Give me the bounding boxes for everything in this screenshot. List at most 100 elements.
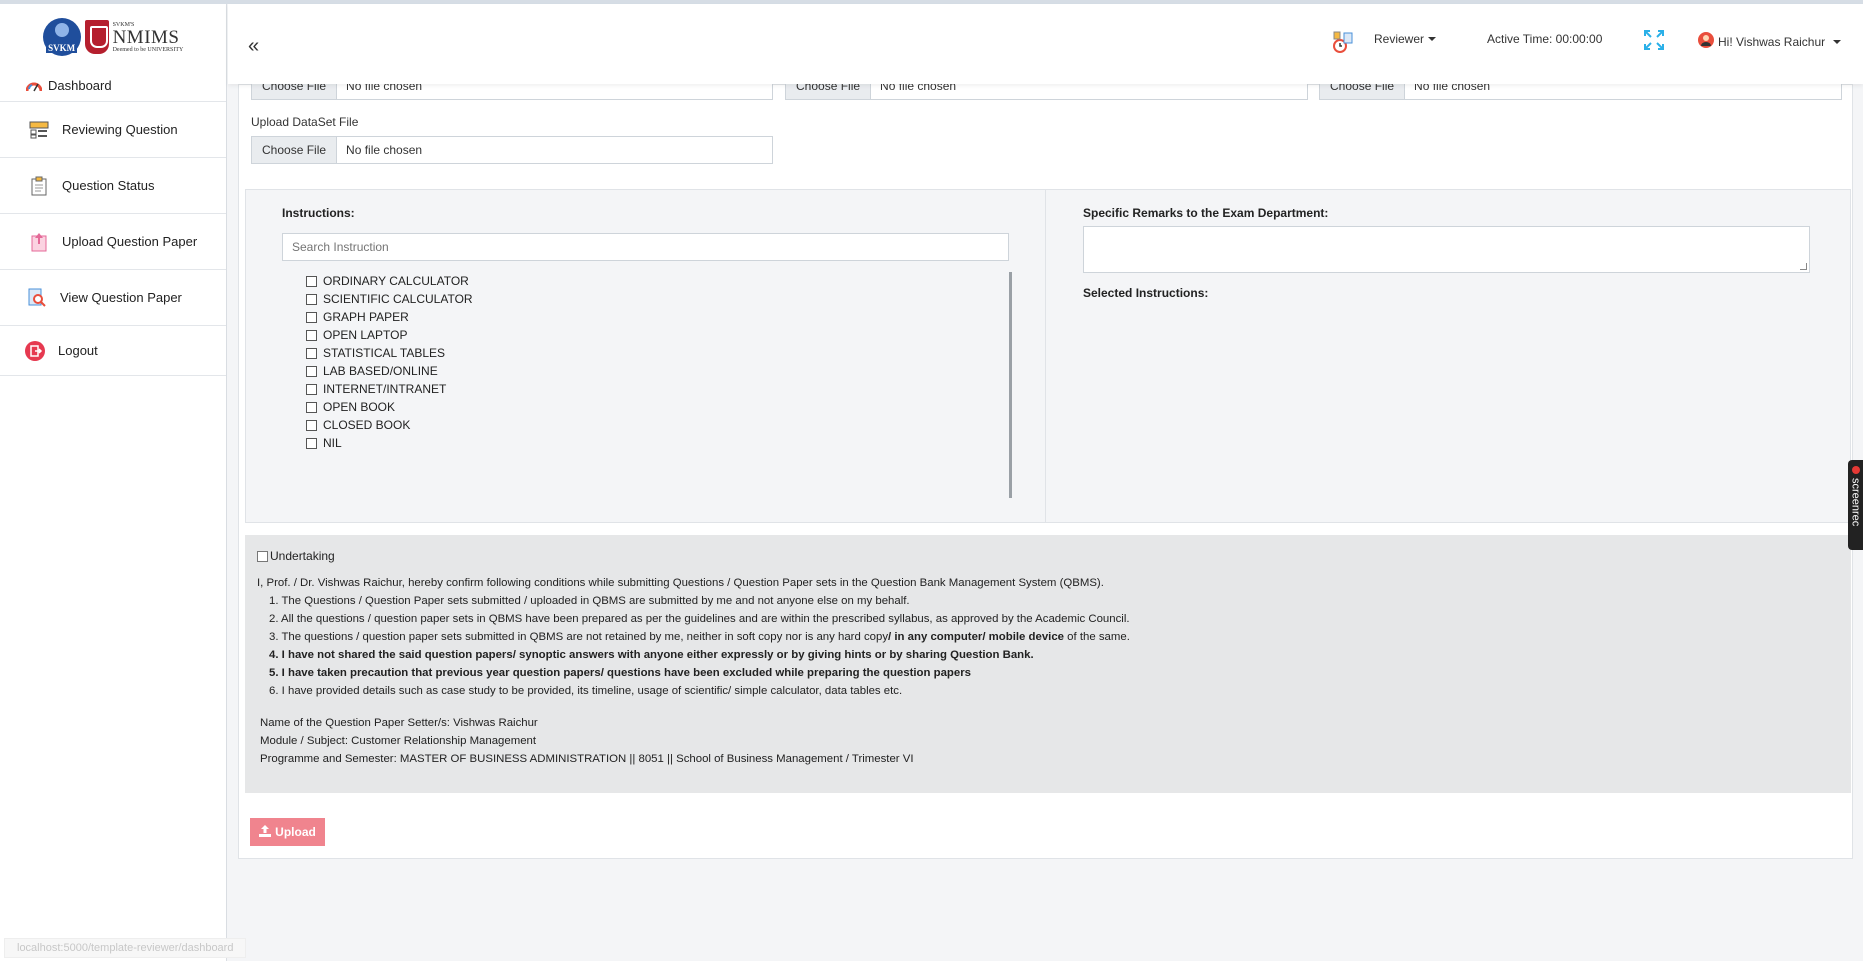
instruction-item[interactable]: STATISTICAL TABLES	[282, 344, 1009, 362]
undertaking-checkbox-row[interactable]: Undertaking	[257, 549, 335, 563]
undertaking-point-4: 4. I have not shared the said question p…	[269, 649, 1034, 661]
upload-icon	[259, 824, 272, 840]
undertaking-point-2: 2. All the questions / question paper se…	[269, 613, 1130, 625]
sidebar-item-label: Reviewing Question	[62, 122, 178, 137]
instruction-checkbox[interactable]	[306, 311, 317, 323]
sidebar-item-label: Upload Question Paper	[62, 234, 198, 249]
instruction-item[interactable]: GRAPH PAPER	[282, 308, 1009, 326]
user-menu[interactable]: Hi! Vishwas Raichur	[1698, 32, 1842, 51]
sidebar: SVKM SVKM'S NMIMS Deemed to be UNIVERSIT…	[0, 4, 227, 961]
instruction-item[interactable]: NIL	[282, 434, 1009, 452]
instruction-label: SCIENTIFIC CALCULATOR	[323, 292, 473, 306]
instruction-item[interactable]: INTERNET/INTRANET	[282, 380, 1009, 398]
paper-details: Name of the Question Paper Setter/s: Vis…	[260, 714, 914, 768]
sidebar-item-question-status[interactable]: Question Status	[0, 158, 226, 214]
sidebar-item-label: Question Status	[62, 178, 155, 193]
setter-name: Name of the Question Paper Setter/s: Vis…	[260, 717, 538, 729]
undertaking-label: Undertaking	[270, 549, 335, 563]
upload-button[interactable]: Upload	[250, 818, 325, 846]
sidebar-item-reviewing-question[interactable]: Reviewing Question	[0, 102, 226, 158]
instruction-checkbox[interactable]	[306, 329, 317, 341]
status-bar-url: localhost:5000/template-reviewer/dashboa…	[4, 938, 247, 958]
role-dropdown-label: Reviewer	[1374, 32, 1425, 46]
logo-area: SVKM SVKM'S NMIMS Deemed to be UNIVERSIT…	[0, 4, 226, 70]
instruction-list[interactable]: ORDINARY CALCULATOR SCIENTIFIC CALCULATO…	[282, 272, 1012, 498]
svkm-logo: SVKM	[42, 18, 81, 56]
fullscreen-icon[interactable]	[1644, 30, 1664, 50]
instruction-label: NIL	[323, 436, 342, 450]
record-dot-icon	[1851, 466, 1860, 474]
undertaking-point-1: 1. The Questions / Question Paper sets s…	[269, 595, 910, 607]
remarks-title: Specific Remarks to the Exam Department:	[1083, 206, 1329, 220]
screenrec-label: screenrec	[1849, 478, 1862, 527]
top-header: « Reviewer Active Time: 00:00:00 Hi! Vis…	[228, 4, 1863, 84]
instruction-label: ORDINARY CALCULATOR	[323, 274, 469, 288]
svkm-logo-text: SVKM	[46, 43, 78, 53]
sidebar-item-upload-question-paper[interactable]: Upload Question Paper	[0, 214, 226, 270]
search-instruction-input[interactable]	[282, 233, 1009, 261]
chevron-down-icon	[1833, 39, 1842, 44]
undertaking-checkbox[interactable]	[257, 550, 268, 562]
remarks-textarea[interactable]	[1083, 226, 1810, 273]
instruction-label: GRAPH PAPER	[323, 310, 409, 324]
sidebar-item-view-question-paper[interactable]: View Question Paper	[0, 270, 226, 326]
user-name: Hi! Vishwas Raichur	[1718, 34, 1826, 49]
undertaking-point-3-end: of the same.	[1064, 631, 1130, 643]
dashboard-gauge-icon	[26, 78, 42, 94]
instruction-checkbox[interactable]	[306, 347, 317, 359]
nmims-logo: SVKM'S NMIMS Deemed to be UNIVERSITY	[84, 20, 183, 54]
instruction-checkbox[interactable]	[306, 275, 317, 287]
instruction-item[interactable]: CLOSED BOOK	[282, 416, 1009, 434]
undertaking-point-3-bold: / in any computer/ mobile device	[888, 631, 1065, 643]
dataset-file-label: Upload DataSet File	[251, 115, 359, 129]
instruction-item[interactable]: SCIENTIFIC CALCULATOR	[282, 290, 1009, 308]
active-time: Active Time: 00:00:00	[1487, 32, 1603, 46]
logout-icon	[24, 340, 46, 362]
sidebar-item-dashboard[interactable]: Dashboard	[0, 70, 226, 102]
undertaking-section: Undertaking I, Prof. / Dr. Vishwas Raich…	[245, 535, 1851, 793]
upload-button-label: Upload	[275, 825, 316, 839]
instruction-label: CLOSED BOOK	[323, 418, 411, 432]
instructions-panel: Instructions: ORDINARY CALCULATOR SCIENT…	[245, 189, 1047, 523]
sidebar-item-label: Logout	[58, 343, 98, 358]
instruction-checkbox[interactable]	[306, 401, 317, 413]
undertaking-point-5: 5. I have taken precaution that previous…	[269, 667, 971, 679]
instruction-checkbox[interactable]	[306, 365, 317, 377]
undertaking-point-3: 3. The questions / question paper sets s…	[269, 628, 1130, 646]
file-status: No file chosen	[346, 143, 423, 157]
sidebar-item-logout[interactable]: Logout	[0, 326, 226, 376]
instruction-item[interactable]: OPEN BOOK	[282, 398, 1009, 416]
instruction-checkbox[interactable]	[306, 419, 317, 431]
screenrec-widget[interactable]: screenrec	[1848, 460, 1863, 550]
undertaking-text: I, Prof. / Dr. Vishwas Raichur, hereby c…	[257, 574, 1130, 700]
instruction-checkbox[interactable]	[306, 437, 317, 449]
nmims-shield-icon	[84, 20, 109, 54]
clipboard-icon	[28, 175, 50, 197]
instruction-item[interactable]: LAB BASED/ONLINE	[282, 362, 1009, 380]
instruction-label: OPEN LAPTOP	[323, 328, 408, 342]
sidebar-item-label: Dashboard	[48, 78, 112, 93]
instruction-item[interactable]: OPEN LAPTOP	[282, 326, 1009, 344]
sidebar-item-label: View Question Paper	[60, 290, 182, 305]
instruction-label: OPEN BOOK	[323, 400, 396, 414]
choose-file-button[interactable]: Choose File	[252, 137, 338, 163]
undertaking-point-3-text: 3. The questions / question paper sets s…	[269, 631, 889, 643]
reviewer-role-icon	[1330, 30, 1354, 54]
remarks-panel: Specific Remarks to the Exam Department:…	[1045, 189, 1851, 523]
selected-instructions-title: Selected Instructions:	[1083, 286, 1209, 300]
magnifier-paper-icon	[26, 287, 48, 309]
role-dropdown[interactable]: Reviewer	[1374, 32, 1437, 46]
dataset-file-input[interactable]: Choose File No file chosen	[251, 136, 773, 164]
nmims-logo-big: NMIMS	[112, 26, 180, 48]
module-subject: Module / Subject: Customer Relationship …	[260, 735, 537, 747]
instruction-item[interactable]: ORDINARY CALCULATOR	[282, 272, 1009, 290]
user-avatar-icon	[1698, 32, 1714, 51]
instruction-checkbox[interactable]	[306, 293, 317, 305]
undertaking-intro: I, Prof. / Dr. Vishwas Raichur, hereby c…	[257, 577, 1104, 589]
collapse-sidebar-button[interactable]: «	[248, 36, 259, 56]
instruction-checkbox[interactable]	[306, 383, 317, 395]
undertaking-point-6: 6. I have provided details such as case …	[269, 685, 903, 697]
upload-paper-icon	[28, 231, 50, 253]
instruction-label: INTERNET/INTRANET	[323, 382, 447, 396]
instruction-label: STATISTICAL TABLES	[323, 346, 446, 360]
